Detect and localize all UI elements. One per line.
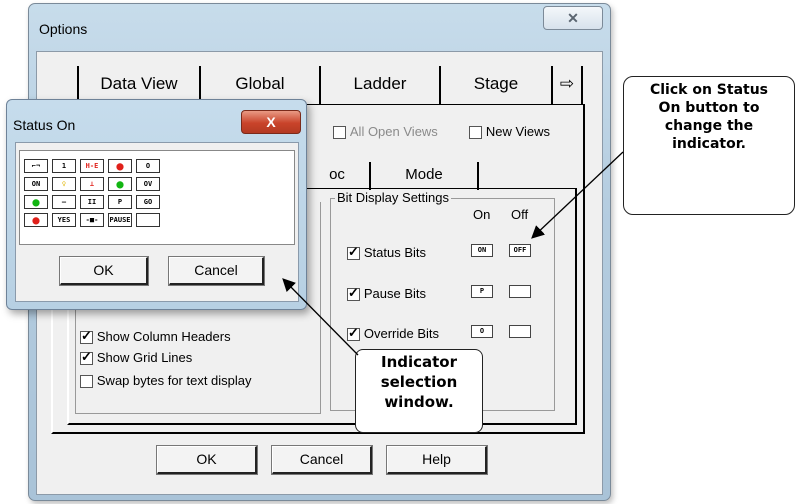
callout-arrows <box>282 151 624 356</box>
status-on-arrow <box>531 151 624 239</box>
indicator-arrow <box>282 278 359 356</box>
